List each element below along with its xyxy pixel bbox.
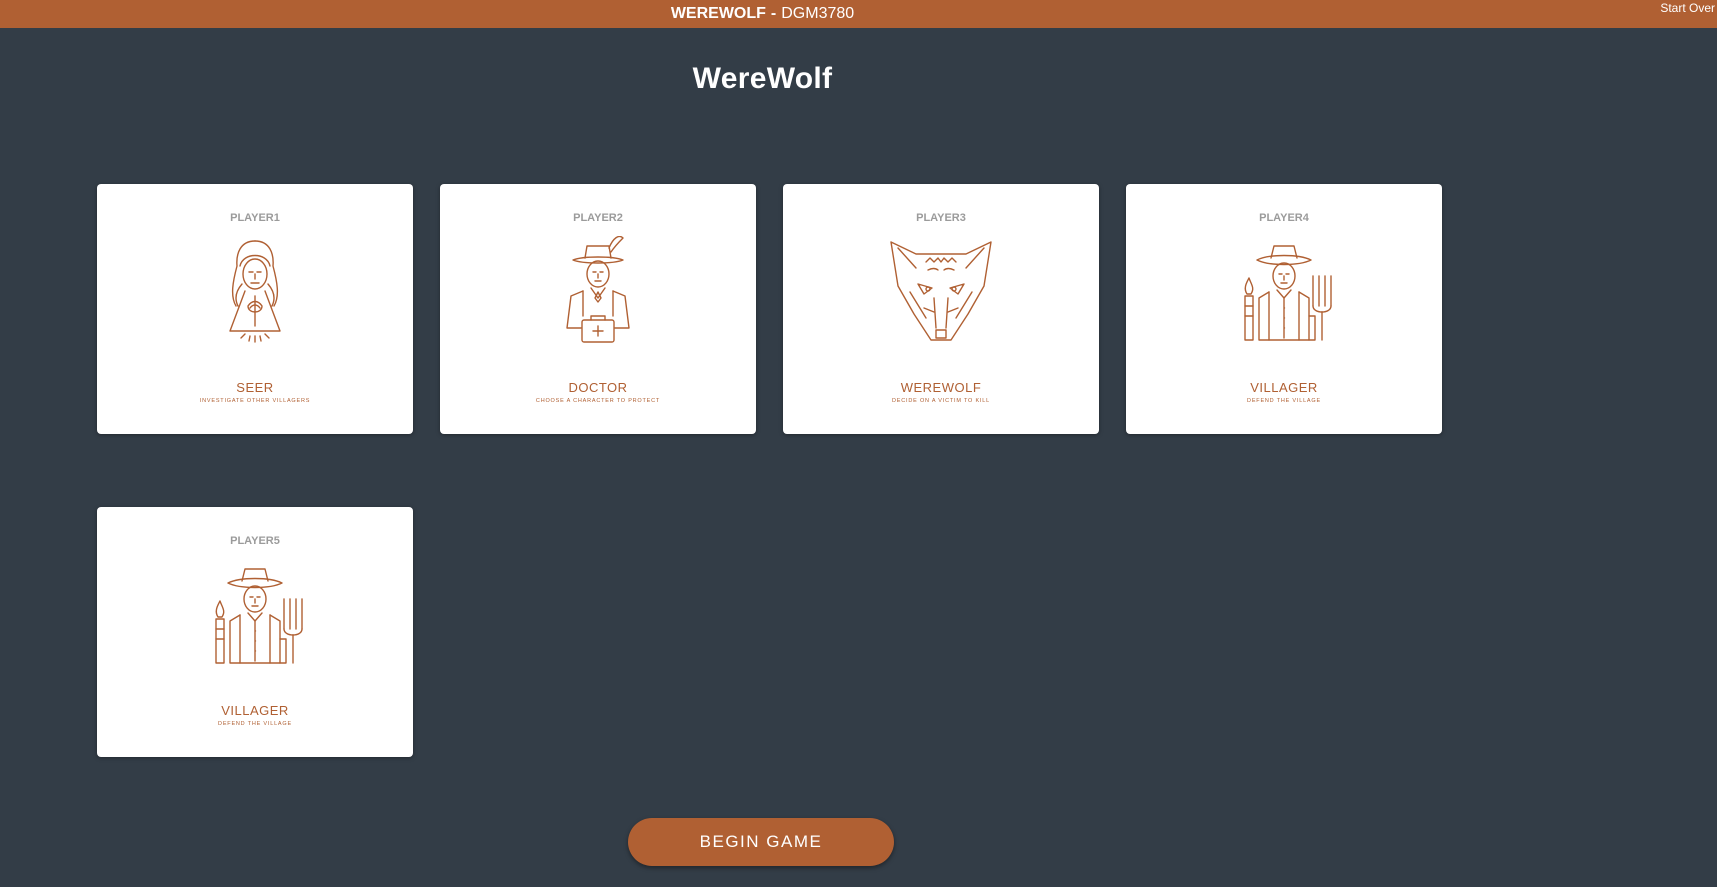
role-description: DECIDE ON A VICTIM TO KILL <box>892 398 990 404</box>
role-description: CHOOSE A CHARACTER TO PROTECT <box>535 398 661 404</box>
player-name: PLAYER5 <box>230 535 280 547</box>
player-name: PLAYER2 <box>573 212 623 224</box>
player-card-1[interactable]: PLAYER1 SEER INVESTIGATE OTHER VILLAGERS <box>97 184 413 434</box>
villager-icon <box>1229 236 1339 346</box>
app-name: WEREWOLF <box>670 5 766 22</box>
role-name: VILLAGER <box>221 703 289 718</box>
page-title: WereWolf <box>692 62 833 95</box>
role-name: SEER <box>236 380 274 395</box>
app-title: WEREWOLF - DGM3780 <box>0 0 1525 28</box>
villager-icon <box>200 559 310 669</box>
start-over-link[interactable]: Start Over <box>1660 1 1715 15</box>
werewolf-icon <box>886 236 996 346</box>
role-description: DEFEND THE VILLAGE <box>218 721 292 727</box>
player-card-3[interactable]: PLAYER3 WEREWOLF DECIDE ON A VICTIM TO K… <box>783 184 1099 434</box>
player-name: PLAYER1 <box>230 212 280 224</box>
course-code: DGM3780 <box>781 5 855 22</box>
player-card-5[interactable]: PLAYER5 VILLAGER DEFEND THE VILLAGE <box>97 507 413 757</box>
top-bar: WEREWOLF - DGM3780 Start Over <box>0 0 1717 28</box>
title-separator: - <box>770 5 777 22</box>
role-name: WEREWOLF <box>900 380 982 395</box>
role-name: DOCTOR <box>568 380 628 395</box>
player-name: PLAYER3 <box>916 212 966 224</box>
role-name: VILLAGER <box>1250 380 1318 395</box>
doctor-icon <box>543 236 653 346</box>
role-description: DEFEND THE VILLAGE <box>1247 398 1321 404</box>
seer-icon <box>200 236 310 346</box>
player-card-4[interactable]: PLAYER4 VILLAGER DEFEND THE VILLAGE <box>1126 184 1442 434</box>
player-name: PLAYER4 <box>1259 212 1309 224</box>
begin-game-button[interactable]: BEGIN GAME <box>628 818 894 866</box>
role-description: INVESTIGATE OTHER VILLAGERS <box>199 398 311 404</box>
player-card-2[interactable]: PLAYER2 DOCTOR CHOOSE A CHARACTER TO PRO… <box>440 184 756 434</box>
